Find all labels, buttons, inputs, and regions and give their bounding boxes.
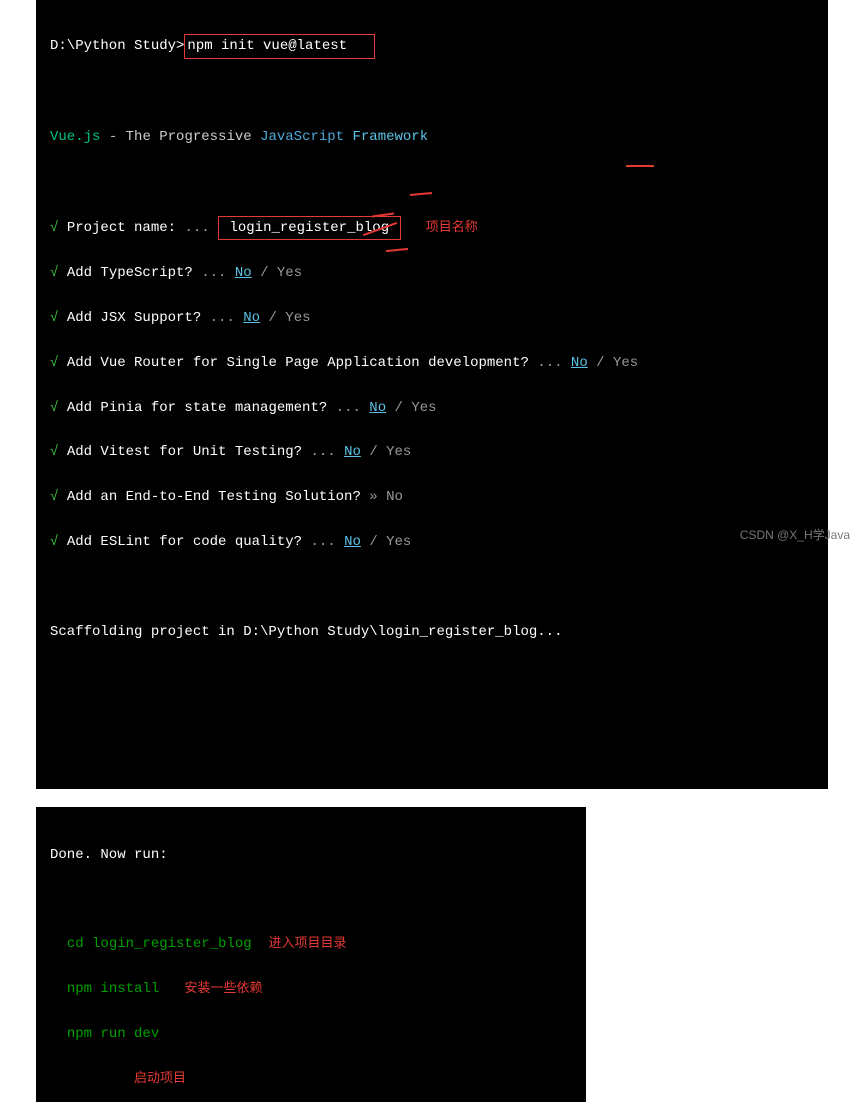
no-option[interactable]: No xyxy=(243,310,260,326)
vue-title-3: The Progressive xyxy=(126,129,260,145)
eslint-line: √ Add ESLint for code quality? ... No / … xyxy=(50,531,814,553)
cd-command: cd login_register_blog xyxy=(67,936,252,952)
slash: / xyxy=(596,355,604,371)
e2e-answer: No xyxy=(386,489,403,505)
install-command: npm install xyxy=(67,981,159,997)
router-line: √ Add Vue Router for Single Page Applica… xyxy=(50,352,814,374)
yes-option[interactable]: Yes xyxy=(386,534,411,550)
no-option[interactable]: No xyxy=(369,400,386,416)
check-icon: √ xyxy=(50,265,58,281)
q-router: Add Vue Router for Single Page Applicati… xyxy=(67,355,529,371)
project-name-annotation: 项目名称 xyxy=(426,219,478,234)
no-option[interactable]: No xyxy=(344,444,361,460)
check-icon: √ xyxy=(50,534,58,550)
terminal-window-1: D:\Python Study>npm init vue@latest Vue.… xyxy=(36,0,828,789)
q-eslint: Add ESLint for code quality? xyxy=(67,534,302,550)
yes-option[interactable]: Yes xyxy=(285,310,310,326)
dots: ... xyxy=(336,400,361,416)
project-name-line: √ Project name: ... login_register_blog … xyxy=(50,216,814,240)
install-annotation: 安装一些依赖 xyxy=(184,980,262,995)
no-option[interactable]: No xyxy=(235,265,252,281)
yes-option[interactable]: Yes xyxy=(277,265,302,281)
install-line: npm install 安装一些依赖 xyxy=(50,978,572,1000)
slash: / xyxy=(369,444,377,460)
dev-line: npm run dev xyxy=(50,1023,572,1045)
vue-title-line: Vue.js - The Progressive JavaScript Fram… xyxy=(50,126,814,148)
dots: ... xyxy=(310,534,335,550)
dots: ... xyxy=(201,265,226,281)
slash: / xyxy=(268,310,276,326)
vue-title-5: Framework xyxy=(352,129,428,145)
typescript-line: √ Add TypeScript? ... No / Yes xyxy=(50,262,814,284)
yes-option[interactable]: Yes xyxy=(613,355,638,371)
done-line: Done. Now run: xyxy=(50,844,572,866)
project-name-label: Project name: xyxy=(67,220,176,236)
dev-command: npm run dev xyxy=(67,1026,159,1042)
init-command: npm init vue@latest xyxy=(187,38,347,54)
dev-annotation: 启动项目 xyxy=(134,1070,186,1085)
check-icon: √ xyxy=(50,220,58,236)
dots: ... xyxy=(310,444,335,460)
check-icon: √ xyxy=(50,489,58,505)
red-underline-mark xyxy=(626,165,654,167)
cd-annotation: 进入项目目录 xyxy=(268,935,346,950)
red-underline-mark xyxy=(410,192,432,196)
dots: ... xyxy=(537,355,562,371)
q-pinia: Add Pinia for state management? xyxy=(67,400,327,416)
red-underline-mark xyxy=(386,248,408,252)
check-icon: √ xyxy=(50,400,58,416)
command-highlighted: npm init vue@latest xyxy=(184,34,375,58)
cd-line: cd login_register_blog 进入项目目录 xyxy=(50,933,572,955)
jsx-line: √ Add JSX Support? ... No / Yes xyxy=(50,307,814,329)
dots: ... xyxy=(184,220,209,236)
slash: / xyxy=(395,400,403,416)
q-jsx: Add JSX Support? xyxy=(67,310,201,326)
pinia-line: √ Add Pinia for state management? ... No… xyxy=(50,397,814,419)
arrow: » xyxy=(369,489,377,505)
no-option[interactable]: No xyxy=(344,534,361,550)
scaffolding-line: Scaffolding project in D:\Python Study\l… xyxy=(50,621,814,643)
vue-title-2: - xyxy=(100,129,125,145)
terminal-window-2: Done. Now run: cd login_register_blog 进入… xyxy=(36,807,586,1102)
vue-title-4: JavaScript xyxy=(260,129,352,145)
no-option[interactable]: No xyxy=(571,355,588,371)
yes-option[interactable]: Yes xyxy=(386,444,411,460)
q-typescript: Add TypeScript? xyxy=(67,265,193,281)
q-vitest: Add Vitest for Unit Testing? xyxy=(67,444,302,460)
check-icon: √ xyxy=(50,444,58,460)
slash: / xyxy=(369,534,377,550)
check-icon: √ xyxy=(50,355,58,371)
slash: / xyxy=(260,265,268,281)
vitest-line: √ Add Vitest for Unit Testing? ... No / … xyxy=(50,441,814,463)
dots: ... xyxy=(210,310,235,326)
csdn-credit: CSDN @X_H学Java xyxy=(740,526,850,543)
check-icon: √ xyxy=(50,310,58,326)
q-e2e: Add an End-to-End Testing Solution? xyxy=(67,489,361,505)
prompt-line: D:\Python Study>npm init vue@latest xyxy=(50,34,814,58)
yes-option[interactable]: Yes xyxy=(411,400,436,416)
project-name-box: login_register_blog xyxy=(218,216,400,240)
prompt-path: D:\Python Study> xyxy=(50,38,184,54)
vue-title-1: Vue.js xyxy=(50,129,100,145)
e2e-line: √ Add an End-to-End Testing Solution? » … xyxy=(50,486,814,508)
